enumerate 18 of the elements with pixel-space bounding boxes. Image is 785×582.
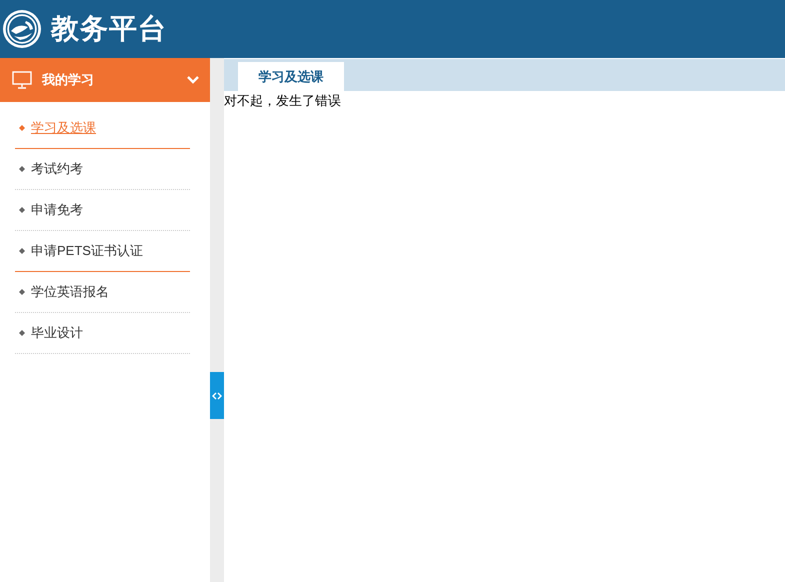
monitor-icon [12, 71, 32, 89]
bullet-icon [19, 289, 25, 295]
error-message: 对不起，发生了错误 [224, 92, 342, 110]
collapse-toggle[interactable] [210, 372, 224, 419]
bullet-icon [19, 125, 25, 131]
bullet-icon [19, 166, 25, 172]
bullet-icon [19, 248, 25, 254]
tab[interactable]: 学习及选课 [238, 62, 344, 91]
code-arrows-icon [212, 392, 222, 400]
bullet-icon [19, 207, 25, 213]
sidebar-item[interactable]: 考试约考 [15, 149, 190, 190]
sidebar-item[interactable]: 申请免考 [15, 190, 190, 231]
bullet-icon [19, 330, 25, 336]
sidebar-item[interactable]: 毕业设计 [15, 313, 190, 354]
section-title: 我的学习 [42, 71, 95, 90]
app-title: 教务平台 [51, 12, 167, 46]
sidebar-item[interactable]: 学位英语报名 [15, 272, 190, 313]
sidebar-item[interactable]: 申请PETS证书认证 [15, 231, 190, 272]
